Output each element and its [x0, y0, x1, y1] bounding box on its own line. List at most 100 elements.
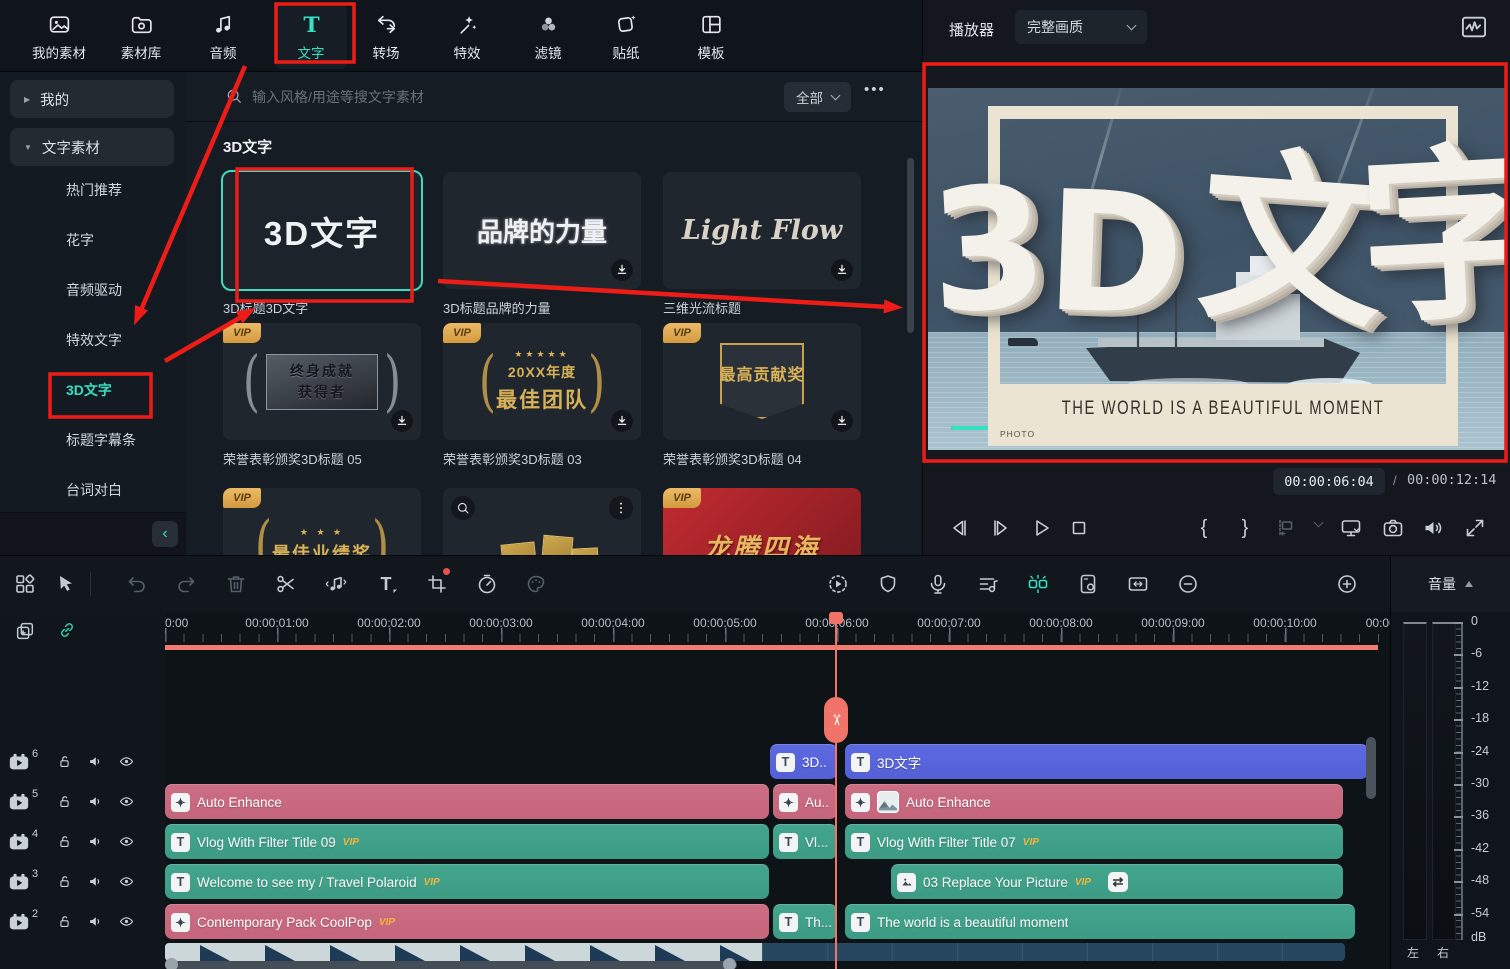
timeline-clip[interactable]: ✦Contemporary Pack CoolPopVIP	[165, 904, 769, 939]
zoom-range-grip-left[interactable]	[165, 958, 178, 969]
timeline-clip[interactable]: 03 Replace Your PictureVIP⇄	[891, 864, 1343, 899]
timeline-clip[interactable]: TVl...	[773, 824, 837, 859]
beat-detect-icon[interactable]	[324, 572, 348, 596]
lock-icon[interactable]	[56, 753, 73, 770]
quality-dropdown[interactable]: 完整画质	[1015, 10, 1147, 44]
zoom-range-grip-right[interactable]	[723, 958, 736, 969]
video-frame[interactable]: THE WORLD IS A BEAUTIFUL MOMENT PHOTO 3D…	[928, 88, 1506, 450]
timeline-v-scrollbar[interactable]	[1366, 737, 1376, 799]
mark-out-brace[interactable]: }	[1233, 516, 1257, 540]
fit-timeline-icon[interactable]	[1126, 572, 1150, 596]
search-input[interactable]	[252, 82, 682, 112]
next-frame-icon[interactable]	[989, 516, 1013, 540]
timeline-clip[interactable]: TThe world is a beautiful moment	[845, 904, 1355, 939]
sidebar-item-7[interactable]: 台词对白	[66, 480, 122, 500]
replace-picture-icon[interactable]: ⇄	[1108, 872, 1128, 892]
timeline-clip[interactable]: TVlog With Filter Title 09VIP	[165, 824, 769, 859]
mute-icon[interactable]	[87, 873, 104, 890]
playhead[interactable]: ✂	[835, 612, 837, 969]
sidebar-item-1[interactable]: 热门推荐	[66, 180, 122, 200]
marker-chevron[interactable]	[1306, 516, 1330, 540]
mute-icon[interactable]	[87, 833, 104, 850]
speed-icon[interactable]	[475, 572, 499, 596]
smart-split-icon[interactable]	[1026, 572, 1050, 596]
timeline-clip[interactable]: T3D文字	[845, 744, 1368, 779]
sidebar-group-my[interactable]: ▶ 我的	[10, 80, 174, 118]
redo-icon[interactable]	[174, 572, 198, 596]
delete-icon[interactable]	[224, 572, 248, 596]
tab-stock-media[interactable]: 素材库	[105, 5, 177, 69]
template-card-light-flow[interactable]: Light Flow	[663, 172, 861, 289]
download-icon[interactable]	[611, 410, 633, 432]
lock-icon[interactable]	[56, 913, 73, 930]
tab-templates[interactable]: 模板	[675, 5, 747, 69]
playhead-cap[interactable]	[829, 612, 843, 624]
timeline-clip[interactable]: ✦Auto Enhance	[165, 784, 769, 819]
template-card-award-03[interactable]: VIP ( ★★★★★ 20XX年度 最佳团队 )	[443, 323, 641, 440]
mute-icon[interactable]	[87, 913, 104, 930]
visibility-icon[interactable]	[118, 793, 135, 810]
split-scissors-icon[interactable]	[274, 572, 298, 596]
template-card-dragon[interactable]: VIP 龙腾四海	[663, 488, 861, 555]
more-options-button[interactable]: •••	[864, 81, 886, 98]
mark-flag-icon[interactable]	[876, 572, 900, 596]
preview-zoom-icon[interactable]	[451, 496, 475, 520]
timeline-clip[interactable]: TTh...	[773, 904, 837, 939]
timeline-clip[interactable]: TWelcome to see my / Travel PolaroidVIP	[165, 864, 769, 899]
timeline-clip[interactable]: TVlog With Filter Title 07VIP	[845, 824, 1343, 859]
template-card-brand-power[interactable]: 品牌的力量	[443, 172, 641, 289]
tab-transition[interactable]: 转场	[350, 5, 422, 69]
marker-icon[interactable]	[1273, 516, 1297, 540]
template-card-3d-text[interactable]: 3D文字	[223, 172, 421, 289]
undo-icon[interactable]	[125, 572, 149, 596]
mixer-icon[interactable]	[976, 572, 1000, 596]
scopes-icon[interactable]	[1460, 13, 1488, 39]
sidebar-item-3[interactable]: 音频驱动	[66, 280, 122, 300]
visibility-icon[interactable]	[118, 913, 135, 930]
lock-icon[interactable]	[56, 833, 73, 850]
layout-tracks-icon[interactable]	[13, 572, 37, 596]
fullscreen-icon[interactable]	[1463, 516, 1487, 540]
play-icon[interactable]	[1029, 516, 1053, 540]
crop-icon[interactable]	[425, 572, 449, 596]
mark-in-brace[interactable]: {	[1192, 516, 1216, 540]
timeline-clip[interactable]: ✦Au..	[773, 784, 837, 819]
timeline-h-scrollbar[interactable]	[165, 961, 737, 969]
screen-record-icon[interactable]	[1076, 572, 1100, 596]
snapshot-icon[interactable]	[1381, 516, 1405, 540]
previous-frame-icon[interactable]	[947, 516, 971, 540]
add-clip-icon[interactable]	[14, 620, 36, 642]
render-preview-icon[interactable]	[826, 572, 850, 596]
timeline-clip[interactable]: T3D..	[770, 744, 837, 779]
zoom-out-icon[interactable]	[1176, 572, 1200, 596]
link-clips-icon[interactable]	[56, 619, 78, 641]
sidebar-item-4[interactable]: 特效文字	[66, 330, 122, 350]
color-palette-icon[interactable]	[524, 572, 548, 596]
add-text-icon[interactable]: T	[375, 572, 399, 596]
template-card-best-performance[interactable]: VIP ( ★ ★ ★ 最佳业绩奖 )	[223, 488, 421, 555]
filter-dropdown[interactable]: 全部	[784, 82, 851, 112]
template-card-award-04[interactable]: VIP 最高贡献奖	[663, 323, 861, 440]
mute-icon[interactable]	[87, 793, 104, 810]
mute-icon[interactable]	[87, 753, 104, 770]
download-icon[interactable]	[611, 259, 633, 281]
download-icon[interactable]	[391, 410, 413, 432]
volume-panel-header[interactable]: 音量	[1390, 555, 1510, 612]
voiceover-mic-icon[interactable]	[926, 572, 950, 596]
playhead-split-button[interactable]: ✂	[824, 697, 848, 743]
template-card-award-05[interactable]: VIP ( 终身成就 获得者 )	[223, 323, 421, 440]
mute-icon[interactable]	[1421, 516, 1445, 540]
download-icon[interactable]	[831, 259, 853, 281]
tab-my-media[interactable]: 我的素材	[23, 5, 95, 69]
tab-audio[interactable]: 音频	[187, 5, 259, 69]
library-scrollbar[interactable]	[907, 158, 914, 333]
sidebar-item-5[interactable]: 3D文字	[66, 380, 112, 400]
template-card-3d-blocks[interactable]	[443, 488, 641, 555]
visibility-icon[interactable]	[118, 833, 135, 850]
visibility-icon[interactable]	[118, 873, 135, 890]
mirror-display-icon[interactable]	[1339, 516, 1363, 540]
select-tool-icon[interactable]	[54, 572, 78, 596]
timeline-ruler[interactable]: 00:00:0000:00:01:0000:00:02:0000:00:03:0…	[165, 612, 1390, 650]
tab-effects[interactable]: 特效	[431, 5, 503, 69]
tab-text[interactable]: T文字	[275, 5, 347, 69]
